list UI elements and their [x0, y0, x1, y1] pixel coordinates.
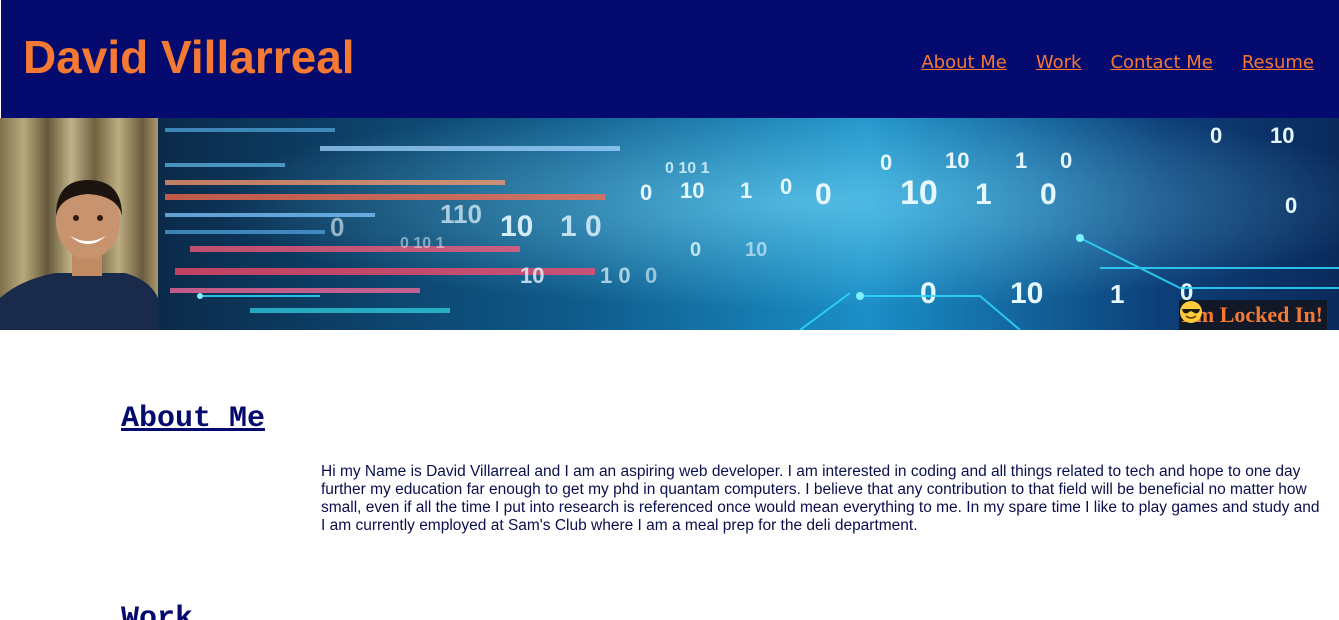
- svg-text:0 10 1: 0 10 1: [400, 235, 445, 252]
- nav-link-contact-me[interactable]: Contact Me: [1110, 52, 1212, 73]
- about-me-paragraph: Hi my Name is David Villarreal and I am …: [321, 463, 1320, 534]
- svg-text:0: 0: [1285, 193, 1297, 218]
- svg-text:110: 110: [440, 199, 482, 229]
- svg-text:0: 0: [1040, 178, 1057, 211]
- about-me-heading: About Me: [121, 402, 266, 436]
- svg-text:0 10 1: 0 10 1: [665, 160, 710, 177]
- hero-banner: 10 1 0 110 0 10 1 0 0 10 1 0 0 10 1 0 0 …: [0, 118, 1339, 330]
- svg-text:0: 0: [920, 277, 937, 310]
- locked-in-tag: I'm Locked In!: [1179, 300, 1327, 330]
- site-header: David Villarreal About Me Work Contact M…: [1, 0, 1339, 118]
- sunglasses-emoji-icon: [1180, 301, 1203, 323]
- nav-link-work[interactable]: Work: [1036, 52, 1082, 73]
- site-title: David Villarreal: [23, 31, 355, 83]
- svg-text:1 0: 1 0: [560, 210, 602, 243]
- svg-text:1: 1: [1015, 148, 1027, 173]
- svg-text:0: 0: [640, 180, 652, 205]
- svg-text:10: 10: [680, 178, 704, 203]
- main-nav: About Me Work Contact Me Resume: [921, 52, 1314, 73]
- svg-text:0: 0: [690, 239, 701, 261]
- svg-text:1 0: 1 0: [600, 263, 631, 288]
- svg-text:1: 1: [975, 178, 992, 211]
- svg-text:0: 0: [880, 150, 892, 175]
- svg-text:10: 10: [500, 210, 533, 243]
- banner-image: 10 1 0 110 0 10 1 0 0 10 1 0 0 10 1 0 0 …: [0, 118, 1339, 330]
- svg-text:0: 0: [815, 178, 832, 211]
- svg-text:0: 0: [645, 263, 657, 288]
- svg-text:0: 0: [780, 174, 792, 199]
- svg-text:1: 1: [740, 178, 752, 203]
- nav-link-resume[interactable]: Resume: [1242, 52, 1314, 73]
- svg-text:0: 0: [1210, 123, 1222, 148]
- svg-text:10: 10: [520, 263, 544, 288]
- svg-text:0: 0: [330, 212, 344, 242]
- svg-text:0: 0: [1060, 148, 1072, 173]
- svg-text:10: 10: [900, 174, 938, 212]
- svg-text:10: 10: [1010, 277, 1043, 310]
- svg-text:10: 10: [945, 148, 969, 173]
- nav-link-about-me[interactable]: About Me: [921, 52, 1007, 73]
- svg-text:10: 10: [1270, 123, 1294, 148]
- svg-text:10: 10: [745, 239, 767, 261]
- work-heading: Work: [121, 602, 194, 620]
- svg-text:1: 1: [1110, 279, 1124, 309]
